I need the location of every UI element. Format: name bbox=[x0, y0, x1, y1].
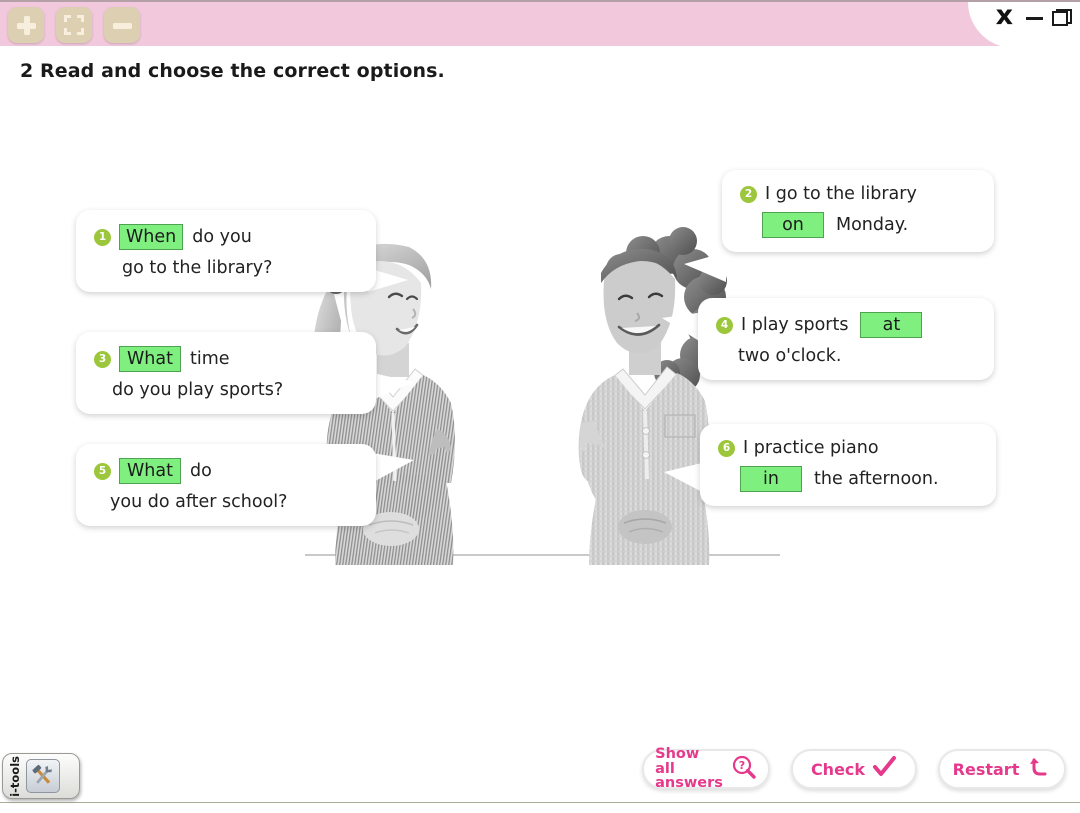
magnifier-question-icon: ? bbox=[731, 754, 757, 784]
bubble-6-line-1: 6 I practice piano bbox=[718, 438, 978, 458]
bubble-4-line-2: two o'clock. bbox=[738, 346, 976, 366]
bubble-answer-2: 2 I go to the library on Monday. bbox=[722, 170, 994, 252]
bubble-2-number: 2 bbox=[740, 185, 757, 203]
zoom-in-button[interactable] bbox=[8, 7, 44, 43]
bubble-4-number: 4 bbox=[716, 316, 733, 334]
show-all-answers-label: Show all answers bbox=[655, 745, 723, 792]
minimize-icon[interactable] bbox=[1026, 16, 1043, 20]
bubble-2-tail bbox=[684, 252, 726, 282]
close-button[interactable]: x bbox=[992, 2, 1017, 32]
bubble-6-number: 6 bbox=[718, 439, 735, 457]
bubble-answer-4: 4 I play sports at two o'clock. bbox=[698, 298, 994, 380]
window-controls: x bbox=[992, 2, 1076, 32]
bubble-3-number: 3 bbox=[94, 350, 111, 368]
top-toolbar bbox=[0, 0, 1080, 48]
bubble-2-line-2: on Monday. bbox=[762, 212, 976, 238]
bubble-1-line-1: 1 When do you bbox=[94, 224, 358, 250]
bubble-1-text-line2: go to the library? bbox=[122, 258, 273, 278]
bubble-6-text-after: the afternoon. bbox=[814, 469, 939, 489]
check-label: Check bbox=[810, 759, 866, 779]
answer-slot-5[interactable]: What bbox=[119, 458, 181, 484]
bubble-question-3: 3 What time do you play sports? bbox=[76, 332, 376, 414]
bubble-6-text-line1: I practice piano bbox=[743, 438, 879, 458]
bubble-1-number: 1 bbox=[94, 228, 111, 246]
show-all-answers-button[interactable]: Show all answers ? bbox=[642, 745, 770, 792]
bubble-question-1: 1 When do you go to the library? bbox=[76, 210, 376, 292]
minus-icon bbox=[112, 16, 132, 35]
bubble-5-line-1: 5 What do bbox=[94, 458, 358, 484]
bubble-3-text-after: time bbox=[190, 349, 230, 369]
bubble-answer-6: 6 I practice piano in the afternoon. bbox=[700, 424, 996, 506]
bubble-2-line-1: 2 I go to the library bbox=[740, 184, 976, 204]
plus-icon bbox=[16, 15, 36, 35]
bubble-2-text-after: Monday. bbox=[836, 215, 909, 235]
itools-button[interactable]: i-tools bbox=[2, 753, 80, 799]
bubble-4-text-line1: I play sports bbox=[741, 315, 849, 335]
checkmark-icon bbox=[873, 756, 897, 782]
undo-arrow-icon bbox=[1027, 756, 1051, 782]
bubble-3-line-2: do you play sports? bbox=[94, 380, 358, 400]
fit-screen-icon bbox=[64, 15, 84, 35]
restore-icon[interactable] bbox=[1052, 8, 1072, 26]
bubble-2-text-line1: I go to the library bbox=[765, 184, 917, 204]
bubble-1-line-2: go to the library? bbox=[94, 258, 358, 278]
bubble-question-5: 5 What do you do after school? bbox=[76, 444, 376, 526]
page-title: 2 Read and choose the correct options. bbox=[20, 60, 445, 82]
restart-button[interactable]: Restart bbox=[938, 749, 1066, 789]
answer-slot-1[interactable]: When bbox=[119, 224, 184, 250]
answer-slot-4[interactable]: at bbox=[860, 312, 923, 338]
check-button[interactable]: Check bbox=[791, 749, 917, 789]
answer-slot-2[interactable]: on bbox=[762, 212, 824, 238]
restart-label: Restart bbox=[952, 759, 1020, 779]
bubble-3-line-1: 3 What time bbox=[94, 346, 358, 372]
fit-screen-button[interactable] bbox=[56, 7, 92, 43]
bubble-1-text-after: do you bbox=[192, 227, 252, 247]
bubble-3-text-line2: do you play sports? bbox=[112, 380, 284, 400]
answer-slot-6[interactable]: in bbox=[740, 466, 802, 492]
zoom-out-button[interactable] bbox=[104, 7, 140, 43]
zoom-controls bbox=[8, 7, 140, 43]
footer-divider bbox=[0, 802, 1080, 803]
bubble-5-text-after: do bbox=[190, 461, 212, 481]
bubble-4-line-1: 4 I play sports at bbox=[716, 312, 976, 338]
tools-icon bbox=[26, 759, 60, 793]
svg-text:?: ? bbox=[739, 759, 745, 772]
bubble-4-text-after: two o'clock. bbox=[738, 346, 842, 366]
bubble-5-number: 5 bbox=[94, 462, 111, 480]
bubble-5-line-2: you do after school? bbox=[94, 492, 358, 512]
itools-label: i-tools bbox=[8, 755, 22, 797]
answer-slot-3[interactable]: What bbox=[119, 346, 181, 372]
bubble-5-text-line2: you do after school? bbox=[110, 492, 288, 512]
bubble-6-line-2: in the afternoon. bbox=[740, 466, 978, 492]
